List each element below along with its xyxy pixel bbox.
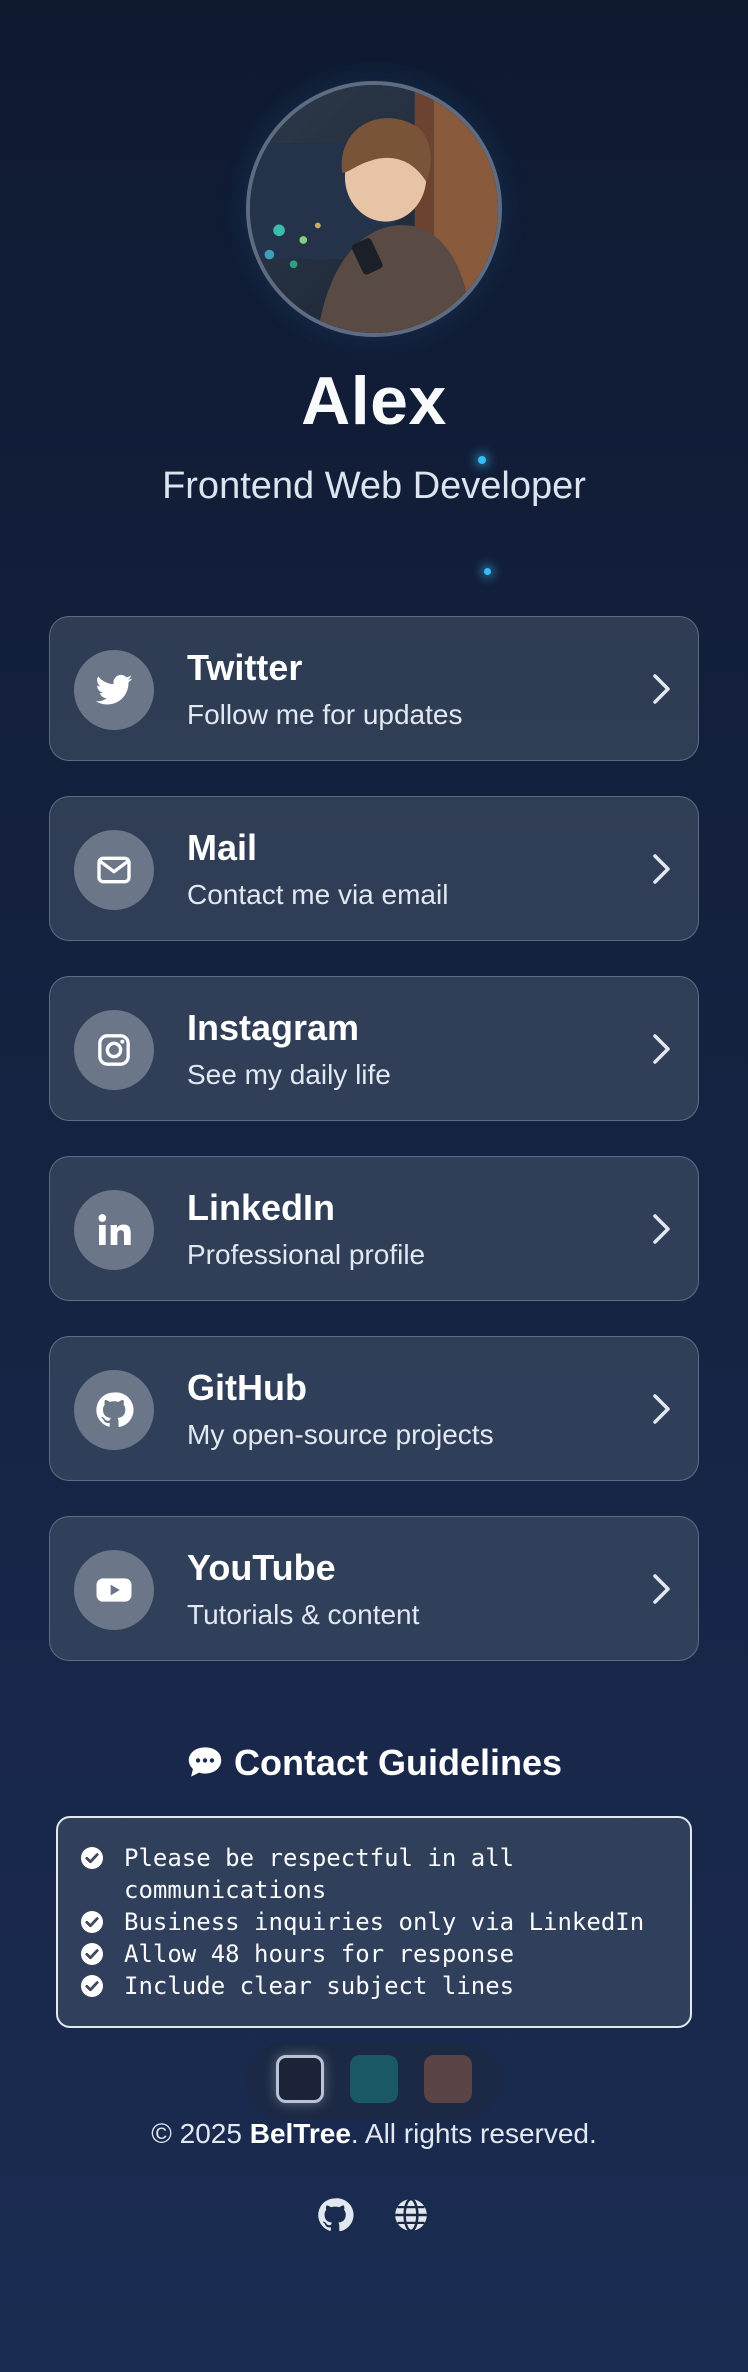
link-description: Tutorials & content [187, 1599, 420, 1630]
link-title: Twitter [187, 647, 303, 688]
guideline-text: Include clear subject lines [124, 1972, 515, 2000]
glow-particle [478, 456, 486, 464]
guideline-text: Allow 48 hours for response [124, 1940, 515, 1968]
theme-swatch-teal[interactable] [350, 2055, 398, 2103]
guideline-item: Allow 48 hours for response [80, 1938, 690, 1970]
chat-bubble-icon [188, 1747, 222, 1777]
theme-switcher [246, 2043, 502, 2119]
guideline-text: Business inquiries only via LinkedIn [124, 1908, 645, 1936]
check-circle-icon [81, 1943, 103, 1965]
chevron-right-icon [653, 674, 670, 704]
chevron-right-icon [653, 1574, 670, 1604]
link-title: Instagram [187, 1007, 360, 1048]
guideline-item: Business inquiries only via LinkedIn [80, 1906, 690, 1938]
link-title: GitHub [187, 1367, 307, 1408]
copyright-prefix: © 2025 [151, 2118, 250, 2149]
link-card-github[interactable]: GitHub My open-source projects [49, 1336, 699, 1481]
check-circle-icon [81, 1911, 103, 1933]
link-title: LinkedIn [187, 1187, 336, 1228]
guidelines-box: Please be respectful in all communicatio… [56, 1816, 692, 2028]
chevron-right-icon [653, 1394, 670, 1424]
twitter-icon [74, 650, 154, 730]
profile-title: Frontend Web Developer [162, 465, 586, 507]
copyright-suffix: . All rights reserved. [350, 2118, 597, 2149]
link-card-mail[interactable]: Mail Contact me via email [49, 796, 699, 941]
link-description: My open-source projects [187, 1419, 494, 1450]
footer-copyright: © 2025 BelTree. All rights reserved. [0, 2118, 748, 2150]
glow-particle [484, 568, 491, 575]
link-card-twitter[interactable]: Twitter Follow me for updates [49, 616, 699, 761]
github-icon[interactable] [316, 2196, 354, 2234]
theme-swatch-dark[interactable] [276, 2055, 324, 2103]
link-card-instagram[interactable]: Instagram See my daily life [49, 976, 699, 1121]
link-description: See my daily life [187, 1059, 391, 1090]
check-circle-icon [81, 1975, 103, 1997]
chevron-right-icon [653, 1034, 670, 1064]
link-title: Mail [187, 827, 258, 868]
guideline-item: Please be respectful in all communicatio… [80, 1842, 690, 1906]
link-title: YouTube [187, 1547, 336, 1588]
globe-icon[interactable] [392, 2196, 430, 2234]
guideline-item: Include clear subject lines [80, 1970, 690, 2002]
link-card-linkedin[interactable]: LinkedIn Professional profile [49, 1156, 699, 1301]
brand-name: BelTree [249, 2118, 351, 2149]
guideline-text: Please be respectful in all communicatio… [124, 1844, 515, 1904]
profile-name: Alex [301, 363, 447, 439]
github-icon [74, 1370, 154, 1450]
youtube-icon [74, 1550, 154, 1630]
instagram-icon [74, 1010, 154, 1090]
theme-swatch-brown[interactable] [424, 2055, 472, 2103]
avatar-image [250, 85, 498, 333]
linkedin-icon [74, 1190, 154, 1270]
chevron-right-icon [653, 854, 670, 884]
check-circle-icon [81, 1847, 103, 1869]
guidelines-title: Contact Guidelines [233, 1742, 563, 1783]
link-description: Contact me via email [187, 879, 449, 910]
link-card-youtube[interactable]: YouTube Tutorials & content [49, 1516, 699, 1661]
link-description: Follow me for updates [187, 699, 463, 730]
avatar [246, 81, 502, 337]
link-description: Professional profile [187, 1239, 426, 1270]
chevron-right-icon [653, 1214, 670, 1244]
mail-icon [74, 830, 154, 910]
guidelines-list: Please be respectful in all communicatio… [80, 1842, 690, 2002]
guidelines-heading: Contact Guidelines [0, 1742, 748, 1784]
